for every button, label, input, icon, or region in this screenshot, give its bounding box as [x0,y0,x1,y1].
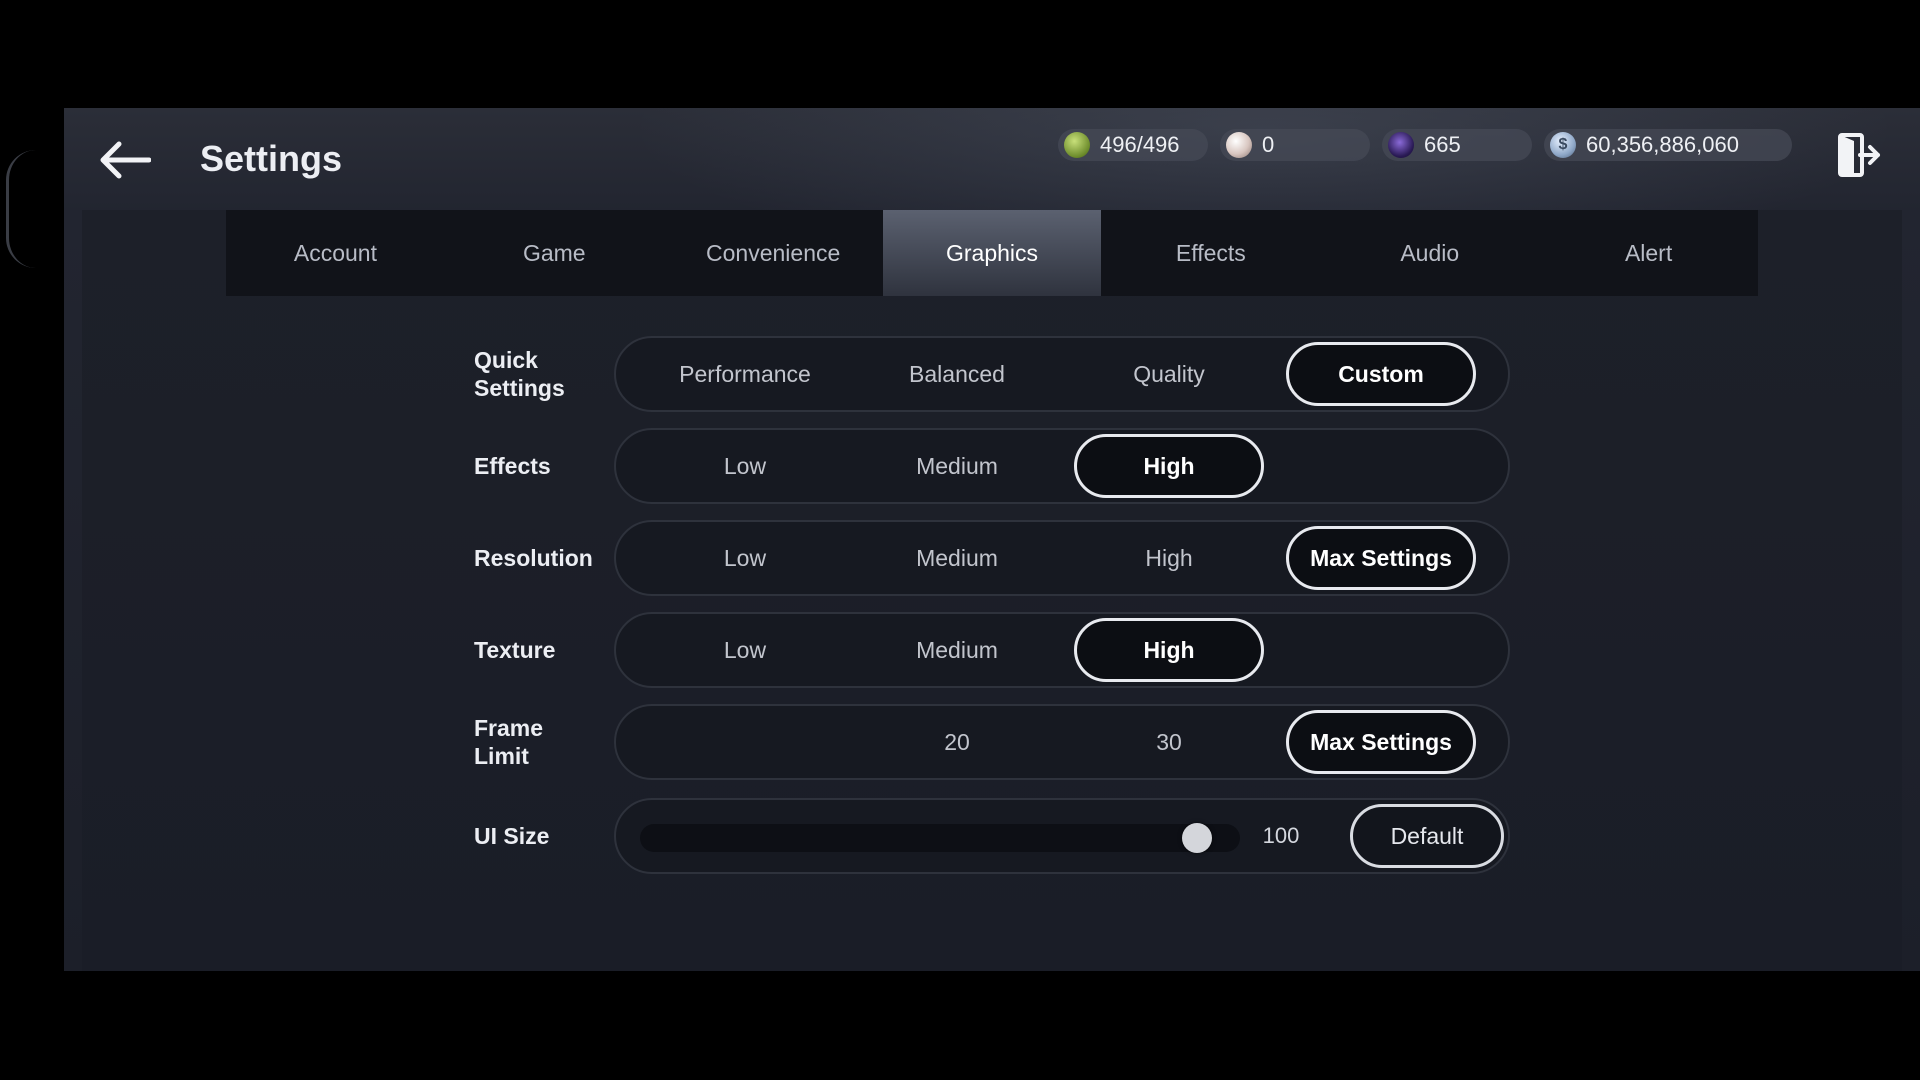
ui-size-control: 100 Default [614,798,1510,874]
resolution-option-medium[interactable]: Medium [862,526,1052,590]
default-button[interactable]: Default [1350,804,1504,868]
currency-energy-value: 496/496 [1100,132,1180,157]
frame-option-30[interactable]: 30 [1074,710,1264,774]
texture-option-medium[interactable]: Medium [862,618,1052,682]
texture-option-high[interactable]: High [1074,618,1264,682]
currency-pearl: 0 [1220,129,1370,161]
effects-option-medium[interactable]: Medium [862,434,1052,498]
ui-size-slider[interactable] [640,823,1240,853]
page-title: Settings [200,138,343,179]
currency-energy: 496/496 [1058,129,1208,161]
tab-alert[interactable]: Alert [1539,210,1758,296]
row-resolution: Resolution Low Medium High Max Settings [82,518,1902,598]
effects-option-high[interactable]: High [1074,434,1264,498]
texture-label: Texture [474,637,556,663]
top-bar: Settings 496/496 0 665 $ 60,356,886,060 [64,108,1920,210]
effects-option-low[interactable]: Low [650,434,840,498]
frame-option-max[interactable]: Max Settings [1286,710,1476,774]
tab-account[interactable]: Account [226,210,445,296]
quick-option-custom[interactable]: Custom [1286,342,1476,406]
exit-door-icon [1838,133,1880,177]
resolution-option-high[interactable]: High [1074,526,1264,590]
ui-size-label: UI Size [474,823,550,849]
arrow-left-icon [100,141,151,179]
tab-convenience[interactable]: Convenience [664,210,883,296]
currency-orb-value: 665 [1424,132,1461,157]
resolution-option-low[interactable]: Low [650,526,840,590]
pearl-icon [1226,132,1252,158]
tab-effects[interactable]: Effects [1101,210,1320,296]
silver-coin-icon: $ [1550,132,1576,158]
ui-size-value: 100 [1262,823,1300,848]
row-quick-settings: Quick Settings Performance Balanced Qual… [82,334,1902,414]
slider-handle[interactable] [1181,823,1212,853]
currency-silver-value: 60,356,886,060 [1586,132,1739,157]
currency-pearl-value: 0 [1262,132,1275,157]
quick-settings-label: Quick Settings [474,347,565,401]
quick-option-balanced[interactable]: Balanced [862,342,1052,406]
currency-orb: 665 [1382,129,1532,161]
resolution-option-max[interactable]: Max Settings [1286,526,1476,590]
frame-option-20[interactable]: 20 [862,710,1052,774]
texture-option-low[interactable]: Low [650,618,840,682]
settings-tabs: Account Game Convenience Graphics Effect… [226,210,1758,296]
effects-label: Effects [474,453,551,479]
currency-silver: $ 60,356,886,060 [1544,129,1792,161]
exit-button[interactable] [1832,128,1884,182]
purple-orb-icon [1388,132,1414,158]
tab-graphics[interactable]: Graphics [882,210,1102,296]
frame-limit-selector: 20 30 Max Settings [614,704,1510,780]
effects-selector: Low Medium High [614,428,1510,504]
quick-option-performance[interactable]: Performance [650,342,840,406]
row-ui-size: UI Size 100 Default [82,796,1902,876]
row-frame-limit: Frame Limit 20 30 Max Settings [82,702,1902,782]
resolution-selector: Low Medium High Max Settings [614,520,1510,596]
settings-panel: Account Game Convenience Graphics Effect… [82,210,1902,971]
green-gem-icon [1064,132,1090,158]
settings-screen: Settings 496/496 0 665 $ 60,356,886,060 [64,108,1920,971]
tab-game[interactable]: Game [445,210,664,296]
tab-audio[interactable]: Audio [1320,210,1539,296]
back-button[interactable] [94,130,154,190]
quick-option-quality[interactable]: Quality [1074,342,1264,406]
frame-limit-label: Frame Limit [474,715,544,769]
quick-settings-selector: Performance Balanced Quality Custom [614,336,1510,412]
row-texture: Texture Low Medium High [82,610,1902,690]
device-edge [6,150,39,268]
texture-selector: Low Medium High [614,612,1510,688]
resolution-label: Resolution [474,545,593,571]
row-effects: Effects Low Medium High [82,426,1902,506]
